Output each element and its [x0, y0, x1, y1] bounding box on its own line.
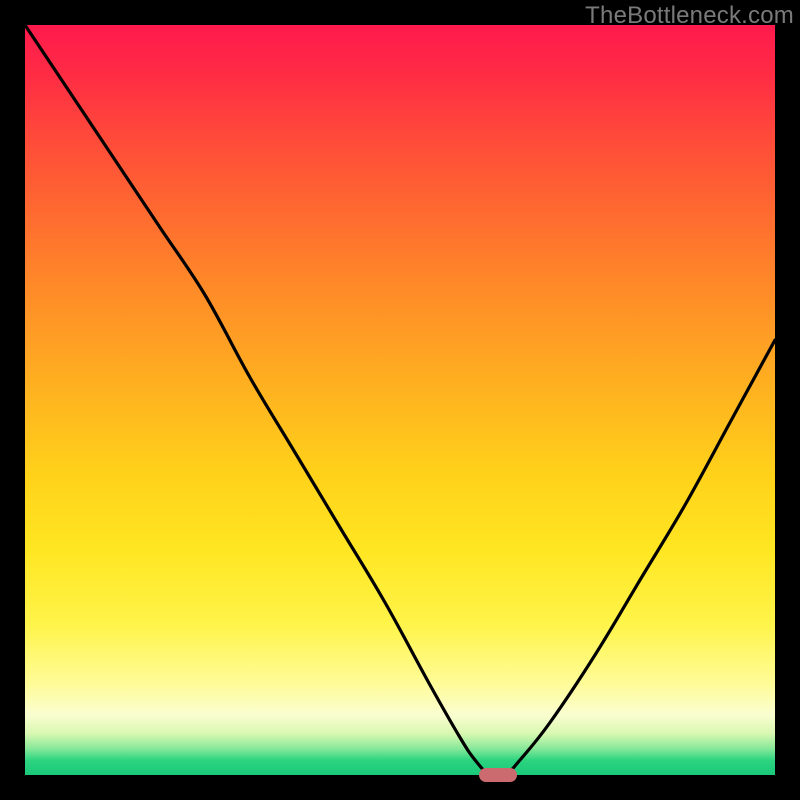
optimal-marker: [479, 768, 517, 782]
plot-area: [25, 25, 775, 775]
bottleneck-curve: [25, 25, 775, 775]
chart-frame: TheBottleneck.com: [0, 0, 800, 800]
watermark-text: TheBottleneck.com: [585, 2, 794, 30]
curve-path: [25, 25, 775, 775]
